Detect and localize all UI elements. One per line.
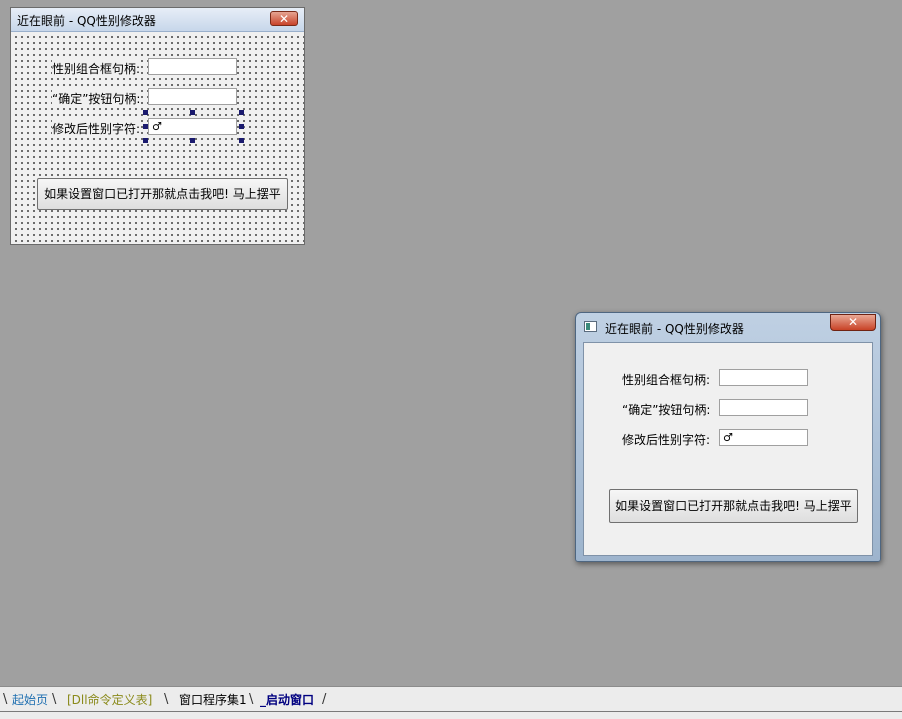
selection-handle-bottom-left[interactable] xyxy=(143,138,148,143)
tab-separator: \ xyxy=(164,692,169,707)
tab-separator: \ xyxy=(3,692,8,707)
selection-handle-bottom-middle[interactable] xyxy=(190,138,195,143)
app-window-icon xyxy=(584,321,597,332)
tab-dll-command-table[interactable]: [Dll命令定义表] xyxy=(67,690,152,710)
running-app-window[interactable]: 近在眼前 - QQ性别修改器 ✕ 性别组合框句柄: “确定”按钮句柄: 修改后性… xyxy=(575,312,881,562)
editor-tab-bar: \ 起始页 \ [Dll命令定义表] \ 窗口程序集1 \ _启动窗口 / xyxy=(0,686,902,719)
tab-baseline xyxy=(0,711,902,712)
run-combo-handle-input[interactable] xyxy=(719,369,808,386)
tab-separator: \ xyxy=(249,692,254,707)
selection-handle-top-right[interactable] xyxy=(239,110,244,115)
run-gender-char-input[interactable]: ♂ xyxy=(719,429,808,446)
designer-combo-handle-input[interactable] xyxy=(148,58,237,75)
tab-startup-window[interactable]: _启动窗口 xyxy=(260,690,314,710)
tab-separator: / xyxy=(322,692,327,707)
designer-confirm-handle-input[interactable] xyxy=(148,88,237,105)
tab-start-page[interactable]: 起始页 xyxy=(12,690,48,710)
form-designer-window[interactable]: 近在眼前 - QQ性别修改器 ✕ 性别组合框句柄: “确定”按钮句柄: 修改后性… xyxy=(10,7,305,245)
designer-gender-char-input[interactable]: ♂ xyxy=(148,118,237,135)
designer-dot-grid[interactable]: 性别组合框句柄: “确定”按钮句柄: 修改后性别字符: ♂ 如果设置窗口已打开那… xyxy=(11,32,304,244)
run-confirm-handle-input[interactable] xyxy=(719,399,808,416)
selection-handle-top-middle[interactable] xyxy=(190,110,195,115)
tab-window-assembly[interactable]: 窗口程序集1 xyxy=(179,690,247,710)
selection-handle-top-left[interactable] xyxy=(143,110,148,115)
designer-close-icon[interactable]: ✕ xyxy=(270,11,298,26)
selection-handle-middle-left[interactable] xyxy=(143,124,148,129)
run-window-client-area: 性别组合框句柄: “确定”按钮句柄: 修改后性别字符: ♂ 如果设置窗口已打开那… xyxy=(583,342,873,556)
selection-handle-middle-right[interactable] xyxy=(239,124,244,129)
run-label-gender-char: 修改后性别字符: xyxy=(622,431,711,448)
run-label-confirm-handle: “确定”按钮句柄: xyxy=(622,401,711,418)
designer-label-confirm-handle[interactable]: “确定”按钮句柄: xyxy=(52,90,141,107)
designer-titlebar[interactable]: 近在眼前 - QQ性别修改器 ✕ xyxy=(11,8,304,32)
designer-label-combo-handle[interactable]: 性别组合框句柄: xyxy=(52,60,141,77)
run-action-button[interactable]: 如果设置窗口已打开那就点击我吧! 马上摆平 xyxy=(609,489,858,523)
run-window-title: 近在眼前 - QQ性别修改器 xyxy=(605,322,744,336)
run-label-combo-handle: 性别组合框句柄: xyxy=(622,371,711,388)
selection-handle-bottom-right[interactable] xyxy=(239,138,244,143)
designer-action-button[interactable]: 如果设置窗口已打开那就点击我吧! 马上摆平 xyxy=(37,178,288,210)
run-close-icon[interactable]: ✕ xyxy=(830,314,876,331)
tab-separator: \ xyxy=(52,692,57,707)
designer-label-gender-char[interactable]: 修改后性别字符: xyxy=(52,120,141,137)
designer-title: 近在眼前 - QQ性别修改器 xyxy=(17,14,156,28)
